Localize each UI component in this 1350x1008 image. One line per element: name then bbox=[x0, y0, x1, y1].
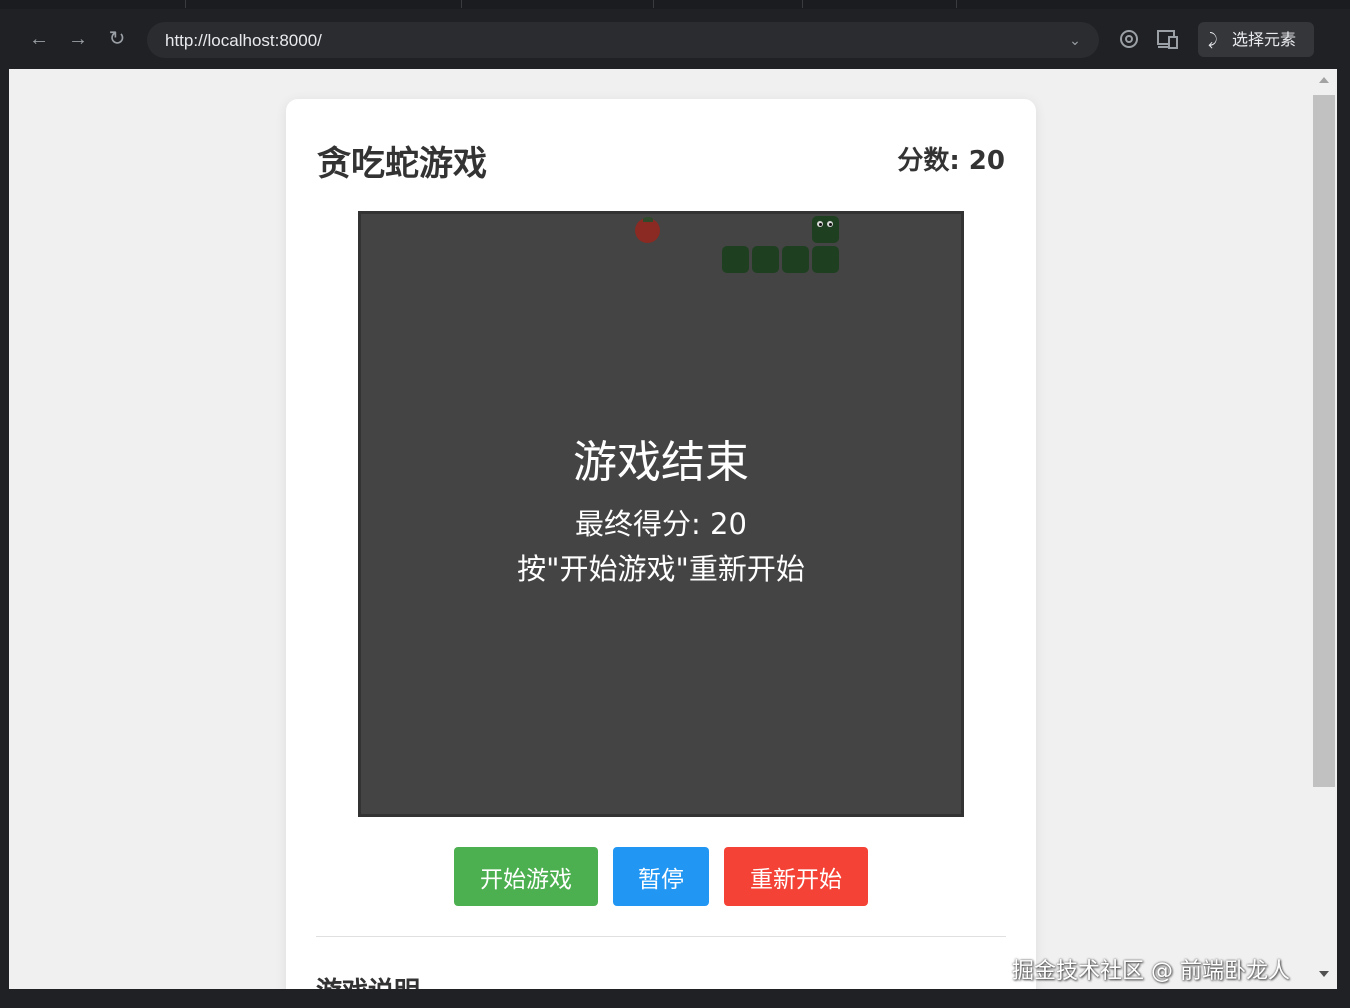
scrollbar-thumb[interactable] bbox=[1313, 95, 1335, 787]
url-text[interactable]: http://localhost:8000/ bbox=[165, 31, 322, 51]
restart-hint-text: 按"开始游戏"重新开始 bbox=[517, 552, 805, 586]
chevron-down-icon[interactable]: ⌄ bbox=[1065, 30, 1085, 50]
tab-separator bbox=[653, 0, 654, 8]
food-apple bbox=[635, 217, 660, 243]
game-container: 贪吃蛇游戏 分数: 20 游戏结束 最终得分: 20 按"开始游戏"重新开始 开… bbox=[286, 99, 1036, 989]
page-title: 贪吃蛇游戏 bbox=[317, 144, 487, 184]
final-score-text: 最终得分: 20 bbox=[575, 507, 747, 541]
page-viewport: 贪吃蛇游戏 分数: 20 游戏结束 最终得分: 20 按"开始游戏"重新开始 开… bbox=[9, 69, 1337, 989]
snake-segment bbox=[782, 246, 809, 273]
snake-segment bbox=[722, 246, 749, 273]
food-stem bbox=[643, 217, 653, 222]
snake-head bbox=[812, 216, 839, 243]
instructions-heading: 游戏说明 bbox=[316, 971, 420, 989]
forward-button[interactable]: → bbox=[66, 27, 90, 51]
snake-segment bbox=[812, 246, 839, 273]
snake-segment bbox=[752, 246, 779, 273]
snake-eye bbox=[817, 221, 823, 227]
browser-toolbar: ← → ↻ http://localhost:8000/ ⌄ ⤸ 选择元素 bbox=[0, 9, 1350, 69]
tab-separator bbox=[185, 0, 186, 8]
game-over-title: 游戏结束 bbox=[573, 437, 749, 488]
watermark-text: 掘金技术社区 @ 前端卧龙人 bbox=[1012, 959, 1290, 984]
select-element-button[interactable]: ⤸ 选择元素 bbox=[1198, 22, 1314, 57]
select-element-label: 选择元素 bbox=[1232, 30, 1297, 49]
tab-strip bbox=[0, 0, 1350, 9]
start-game-button[interactable]: 开始游戏 bbox=[454, 847, 598, 906]
restart-button[interactable]: 重新开始 bbox=[724, 847, 868, 906]
tab-separator bbox=[802, 0, 803, 8]
scroll-down-arrow-icon[interactable] bbox=[1319, 971, 1329, 977]
game-canvas[interactable]: 游戏结束 最终得分: 20 按"开始游戏"重新开始 bbox=[358, 211, 964, 817]
reload-button[interactable]: ↻ bbox=[105, 27, 129, 51]
device-toggle-icon[interactable] bbox=[1156, 28, 1180, 52]
tab-separator bbox=[461, 0, 462, 8]
reload-icon: ↻ bbox=[108, 28, 126, 50]
cursor-select-icon: ⤸ bbox=[1208, 30, 1218, 49]
compass-svg bbox=[1120, 30, 1138, 48]
address-bar[interactable]: http://localhost:8000/ ⌄ bbox=[147, 22, 1099, 58]
score-display: 分数: 20 bbox=[897, 146, 1005, 176]
arrow-right-icon: → bbox=[68, 28, 88, 50]
snake-eye bbox=[827, 221, 833, 227]
divider bbox=[316, 936, 1006, 937]
scroll-up-arrow-icon[interactable] bbox=[1319, 77, 1329, 83]
arrow-left-icon: ← bbox=[29, 28, 49, 50]
compass-icon[interactable] bbox=[1117, 28, 1141, 52]
pause-button[interactable]: 暂停 bbox=[613, 847, 709, 906]
back-button[interactable]: ← bbox=[27, 27, 51, 51]
device-svg bbox=[1157, 30, 1178, 49]
vertical-scrollbar[interactable] bbox=[1313, 69, 1337, 989]
window-bottom-edge bbox=[0, 989, 1350, 1008]
tab-separator bbox=[956, 0, 957, 8]
